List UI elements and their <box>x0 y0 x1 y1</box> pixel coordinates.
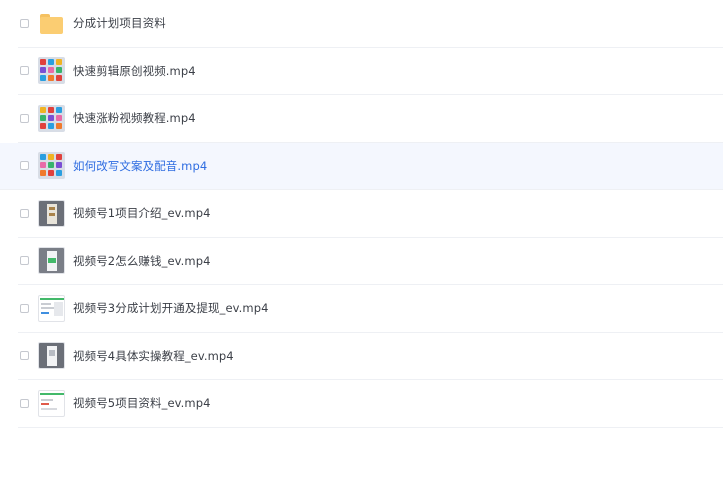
screen-recording-thumbnail-icon <box>38 294 65 322</box>
file-name[interactable]: 视频号2怎么赚钱_ev.mp4 <box>73 253 211 269</box>
screen-recording-thumbnail-icon <box>38 247 65 275</box>
file-name[interactable]: 视频号5项目资料_ev.mp4 <box>73 395 211 411</box>
file-name[interactable]: 快速剪辑原创视频.mp4 <box>73 63 196 79</box>
select-checkbox[interactable] <box>20 351 29 361</box>
select-checkbox[interactable] <box>20 18 29 28</box>
screen-recording-thumbnail-icon <box>38 389 65 417</box>
select-checkbox[interactable] <box>20 303 29 313</box>
select-checkbox[interactable] <box>20 161 29 171</box>
file-row[interactable]: 视频号1项目介绍_ev.mp4 <box>18 190 723 238</box>
file-row[interactable]: 快速涨粉视频教程.mp4 <box>18 95 723 143</box>
select-checkbox[interactable] <box>20 208 29 218</box>
select-checkbox[interactable] <box>20 66 29 76</box>
file-name[interactable]: 如何改写文案及配音.mp4 <box>73 158 207 174</box>
file-name[interactable]: 分成计划项目资料 <box>73 15 166 31</box>
select-checkbox[interactable] <box>20 113 29 123</box>
file-row[interactable]: 视频号5项目资料_ev.mp4 <box>18 380 723 428</box>
file-row[interactable]: 视频号2怎么赚钱_ev.mp4 <box>18 238 723 285</box>
file-name[interactable]: 视频号4具体实操教程_ev.mp4 <box>73 348 234 364</box>
video-thumbnail-icon <box>38 152 65 180</box>
file-name[interactable]: 视频号1项目介绍_ev.mp4 <box>73 205 211 221</box>
select-checkbox[interactable] <box>20 256 29 266</box>
file-row[interactable]: 视频号3分成计划开通及提现_ev.mp4 <box>18 285 723 333</box>
video-thumbnail-icon <box>38 57 65 85</box>
file-name[interactable]: 快速涨粉视频教程.mp4 <box>73 110 196 126</box>
file-row[interactable]: 视频号4具体实操教程_ev.mp4 <box>18 333 723 380</box>
folder-icon <box>38 10 65 37</box>
file-row[interactable]: 快速剪辑原创视频.mp4 <box>18 48 723 95</box>
screen-recording-thumbnail-icon <box>38 342 65 370</box>
select-checkbox[interactable] <box>20 398 29 408</box>
file-row-folder[interactable]: 分成计划项目资料 <box>18 0 723 48</box>
screen-recording-thumbnail-icon <box>38 199 65 227</box>
file-name[interactable]: 视频号3分成计划开通及提现_ev.mp4 <box>73 300 269 316</box>
file-list: 分成计划项目资料 快速剪辑原创视频.mp4 快速涨粉视频教程.mp4 如何改写文… <box>0 0 723 428</box>
file-row-highlighted[interactable]: 如何改写文案及配音.mp4 <box>0 142 723 190</box>
video-thumbnail-icon <box>38 104 65 132</box>
